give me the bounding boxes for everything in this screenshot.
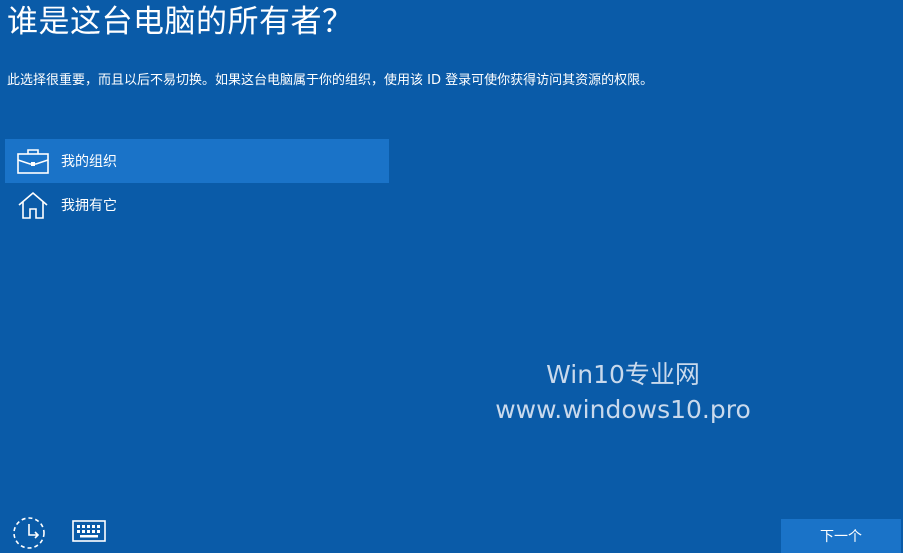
- page-description: 此选择很重要，而且以后不易切换。如果这台电脑属于你的组织，使用该 ID 登录可使…: [7, 73, 654, 88]
- watermark: Win10专业网 www.windows10.pro: [470, 357, 776, 427]
- option-my-organization[interactable]: 我的组织: [5, 139, 389, 183]
- watermark-url: www.windows10.pro: [495, 395, 751, 424]
- page-title: 谁是这台电脑的所有者？: [7, 4, 354, 40]
- home-icon: [16, 190, 50, 220]
- ownership-options: 我的组织 我拥有它: [5, 139, 389, 227]
- watermark-title: Win10专业网: [546, 360, 700, 389]
- keyboard-icon[interactable]: [72, 519, 106, 543]
- briefcase-icon: [16, 146, 50, 176]
- next-button[interactable]: 下一个: [781, 519, 901, 553]
- ease-of-access-icon[interactable]: [11, 515, 47, 551]
- option-label: 我的组织: [61, 154, 117, 170]
- option-label: 我拥有它: [61, 198, 117, 214]
- option-i-own-it[interactable]: 我拥有它: [5, 183, 389, 227]
